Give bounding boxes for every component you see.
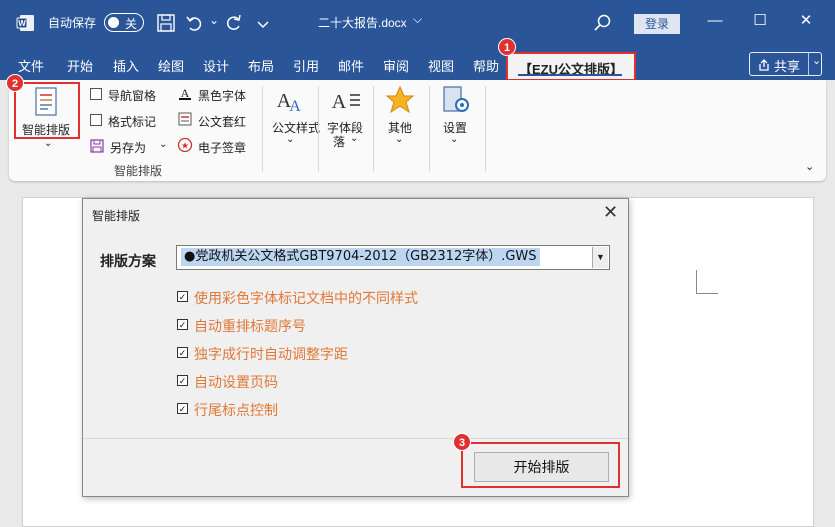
minimize-button[interactable]: — [704,10,726,32]
step-badge-3: 3 [453,433,471,451]
save-as-label[interactable]: 另存为 [110,139,146,156]
tab-ezu-layout[interactable]: 【EZU公文排版】 [506,52,636,81]
tab-design[interactable]: 设计 [203,56,229,75]
other-chevron-icon[interactable]: ⌄ [395,134,403,145]
tab-insert[interactable]: 插入 [113,56,139,75]
option-label: 自动设置页码 [194,374,278,390]
ribbon-separator [485,86,486,172]
autosave-label: 自动保存 [48,16,97,30]
autosave-toggle[interactable]: 关 [104,13,144,32]
undo-icon[interactable] [184,12,206,34]
format-mark-checkbox[interactable] [90,114,102,126]
nav-pane-checkbox[interactable] [90,88,102,100]
dialog-divider [83,438,628,439]
red-header-label[interactable]: 公文套红 [198,113,246,130]
tab-home[interactable]: 开始 [67,56,93,75]
scheme-value: ●党政机关公文格式GBT9704-2012（GB2312字体）.GWS [181,248,540,266]
search-icon[interactable] [592,12,614,34]
font-paragraph-icon[interactable]: A [330,86,362,114]
checkbox-color-font[interactable]: ✓ [177,291,188,302]
save-icon[interactable] [155,12,177,34]
redo-icon[interactable] [222,12,244,34]
checkbox-line-end-punctuation[interactable]: ✓ [177,403,188,414]
font-paragraph-chevron-icon[interactable]: ⌄ [350,133,358,144]
smart-layout-label: 智能排版 [22,123,71,137]
share-icon [759,59,769,71]
e-seal-label[interactable]: 电子签章 [198,139,246,156]
save-as-icon[interactable] [90,139,104,153]
word-app-icon: W [16,15,34,31]
start-button-highlight [461,442,620,488]
dialog-close-button[interactable]: ✕ [603,202,618,223]
dialog-title: 智能排版 [92,209,141,223]
scheme-select[interactable]: ●党政机关公文格式GBT9704-2012（GB2312字体）.GWS ▼ [176,245,610,270]
step-badge-1: 1 [498,38,516,56]
red-header-icon[interactable] [177,111,193,127]
ribbon-separator [318,86,319,172]
black-font-icon[interactable]: A [177,85,193,101]
step-badge-2: 2 [6,74,24,92]
share-label: 共享 [774,59,801,74]
maximize-button[interactable]: ☐ [749,10,771,32]
tab-layout[interactable]: 布局 [248,56,274,75]
star-icon[interactable] [385,85,415,115]
save-as-chevron-icon[interactable]: ⌄ [159,139,167,150]
tab-mailings[interactable]: 邮件 [338,56,364,75]
title-bar: W 自动保存 关 ⌄ 二十大报告.docx ⌵ 登录 — ☐ ✕ [0,0,835,48]
svg-text:A: A [289,98,301,115]
doc-title-chevron-icon[interactable]: ⌵ [413,12,422,27]
tab-references[interactable]: 引用 [293,56,319,75]
svg-text:A: A [181,86,190,100]
settings-icon[interactable] [441,85,471,115]
ribbon-separator [429,86,430,172]
ribbon-separator [262,86,263,172]
margin-corner-mark [696,270,718,294]
undo-chevron-icon[interactable]: ⌄ [209,13,219,27]
doc-style-chevron-icon[interactable]: ⌄ [286,134,294,145]
tab-view[interactable]: 视图 [428,56,454,75]
smart-layout-button[interactable]: 智能排版 [14,82,80,139]
seal-icon[interactable]: ★ [177,137,193,153]
black-font-label[interactable]: 黑色字体 [198,87,246,104]
format-mark-label[interactable]: 格式标记 [108,113,156,130]
checkbox-renumber-headings[interactable]: ✓ [177,319,188,330]
nav-pane-label[interactable]: 导航窗格 [108,87,156,104]
smart-layout-chevron-icon[interactable]: ⌄ [44,138,52,149]
settings-chevron-icon[interactable]: ⌄ [450,134,458,145]
option-label: 行尾标点控制 [194,402,278,418]
scheme-label: 排版方案 [100,253,156,269]
font-paragraph-label-line2[interactable]: 落 [333,133,345,150]
tab-help[interactable]: 帮助 [473,56,499,75]
document-layout-icon [35,87,57,116]
customize-toolbar-icon[interactable] [252,12,274,34]
dropdown-arrow-icon[interactable]: ▼ [592,247,608,268]
share-button[interactable]: 共享 ⌄ [749,52,822,76]
doc-style-label[interactable]: 公文样式 [272,119,320,136]
autosave-state: 关 [125,17,138,31]
checkbox-page-numbers[interactable]: ✓ [177,375,188,386]
share-divider [808,53,809,75]
checkbox-orphan-char-spacing[interactable]: ✓ [177,347,188,358]
doc-style-icon[interactable]: A A [275,85,303,115]
option-label: 使用彩色字体标记文档中的不同样式 [194,290,418,306]
share-chevron-icon[interactable]: ⌄ [812,54,821,67]
login-button[interactable]: 登录 [634,14,680,34]
group-label-smart-layout: 智能排版 [114,164,163,178]
svg-text:A: A [332,91,347,113]
svg-text:★: ★ [181,142,189,152]
option-label: 自动重排标题序号 [194,318,306,334]
tab-draw[interactable]: 绘图 [158,56,184,75]
svg-text:W: W [18,19,26,28]
ribbon-separator [373,86,374,172]
tab-review[interactable]: 审阅 [383,56,409,75]
collapse-ribbon-icon[interactable]: ⌄ [805,160,814,173]
toggle-knob [108,17,119,28]
option-label: 独字成行时自动调整字距 [194,346,348,362]
active-tab-indicator [518,74,622,76]
close-window-button[interactable]: ✕ [795,10,817,32]
tab-file[interactable]: 文件 [18,56,44,75]
document-title[interactable]: 二十大报告.docx [318,14,407,31]
